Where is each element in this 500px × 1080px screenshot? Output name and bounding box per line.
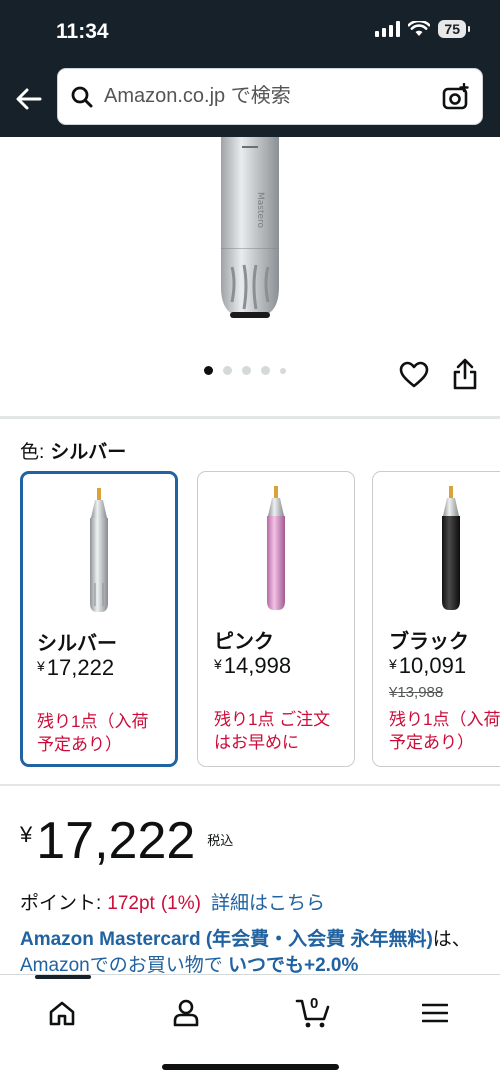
search-icon xyxy=(71,86,93,108)
section-divider xyxy=(0,416,500,419)
color-option-name: ブラック xyxy=(389,631,469,653)
mastercard-promo[interactable]: Amazon Mastercard (年会費・入会費 永年無料)は、 Amazon… xyxy=(20,927,485,979)
color-option-price: ¥17,222 xyxy=(37,655,115,680)
battery-indicator: 75 xyxy=(438,20,470,38)
product-image-gallery[interactable]: Mastero xyxy=(0,137,500,417)
bottom-navigation: 0 xyxy=(0,974,500,1080)
svg-text:Mastero: Mastero xyxy=(255,192,265,229)
status-time: 11:34 xyxy=(56,20,109,43)
color-option-name: ピンク xyxy=(214,631,274,653)
color-option-price: ¥14,998 xyxy=(214,653,292,678)
gallery-dot[interactable] xyxy=(204,366,213,375)
tax-note: 税込 xyxy=(207,833,234,848)
camera-scan-icon[interactable] xyxy=(442,83,470,111)
product-price: ¥ 17,222 税込 xyxy=(20,812,233,870)
stock-status: 残り1点 ご注文 はお早めに xyxy=(214,710,331,752)
signal-icon xyxy=(375,21,401,37)
points-label: ポイント: xyxy=(20,893,102,914)
nav-home[interactable] xyxy=(32,991,92,1035)
wifi-icon xyxy=(408,21,431,36)
back-arrow-icon[interactable] xyxy=(14,84,44,114)
price-currency: ¥ xyxy=(20,822,33,847)
search-input[interactable] xyxy=(104,69,424,124)
points-percent: (1%) xyxy=(160,893,201,914)
stock-status: 残り1点（入荷 予定あり） xyxy=(37,712,149,754)
active-tab-indicator xyxy=(35,975,91,979)
home-icon xyxy=(49,1001,75,1026)
nav-account[interactable] xyxy=(156,991,216,1035)
gallery-dot[interactable] xyxy=(280,367,286,374)
color-selection-label: 色: シルバー xyxy=(20,437,126,464)
original-price: ¥13,988 xyxy=(389,684,444,701)
color-option-price: ¥10,091 xyxy=(389,653,467,678)
heart-icon[interactable] xyxy=(399,361,429,389)
price-amount: 17,222 xyxy=(36,812,196,870)
selected-color-name: シルバー xyxy=(50,442,127,463)
status-icons: 75 xyxy=(375,20,470,38)
black-pen-thumbnail xyxy=(442,486,460,610)
points-value: 172pt xyxy=(107,893,155,914)
section-divider xyxy=(0,784,500,786)
gallery-pagination xyxy=(204,366,286,375)
app-header: 11:34 75 xyxy=(0,0,500,137)
product-image: Mastero xyxy=(221,137,279,318)
mastercard-bonus[interactable]: いつでも+2.0% xyxy=(223,955,358,976)
mastercard-link[interactable]: Amazonでのお買い物で xyxy=(20,955,223,976)
silver-pen-thumbnail xyxy=(90,488,108,612)
mastercard-title[interactable]: Amazon Mastercard (年会費・入会費 永年無料) xyxy=(20,929,433,950)
stock-status: 残り1点（入荷 予定あり） xyxy=(389,710,500,752)
pink-pen-thumbnail xyxy=(267,486,285,610)
home-indicator xyxy=(162,1064,339,1070)
search-bar[interactable] xyxy=(57,68,483,125)
gallery-dot[interactable] xyxy=(242,366,251,375)
points-row: ポイント: 172pt (1%) 詳細はこちら xyxy=(20,888,325,915)
share-icon[interactable] xyxy=(452,358,478,390)
points-details-link[interactable]: 詳細はこちら xyxy=(211,893,325,914)
menu-icon xyxy=(422,1003,448,1023)
cart-count: 0 xyxy=(310,995,319,1012)
gallery-dot[interactable] xyxy=(261,366,270,375)
account-icon xyxy=(173,999,199,1027)
color-option-pink[interactable]: ピンク ¥14,998 残り1点 ご注文 はお早めに xyxy=(197,471,355,767)
color-label-text: 色: xyxy=(20,442,45,463)
mastercard-text: は、 xyxy=(432,929,471,950)
nav-cart[interactable]: 0 xyxy=(283,991,343,1035)
color-option-black[interactable]: ブラック ¥10,091 ¥13,988 残り1点（入荷 予定あり） xyxy=(372,471,500,767)
color-option-silver[interactable]: シルバー ¥17,222 残り1点（入荷 予定あり） xyxy=(20,471,178,767)
color-option-name: シルバー xyxy=(37,633,117,655)
nav-menu[interactable] xyxy=(405,991,465,1035)
gallery-dot[interactable] xyxy=(223,366,232,375)
